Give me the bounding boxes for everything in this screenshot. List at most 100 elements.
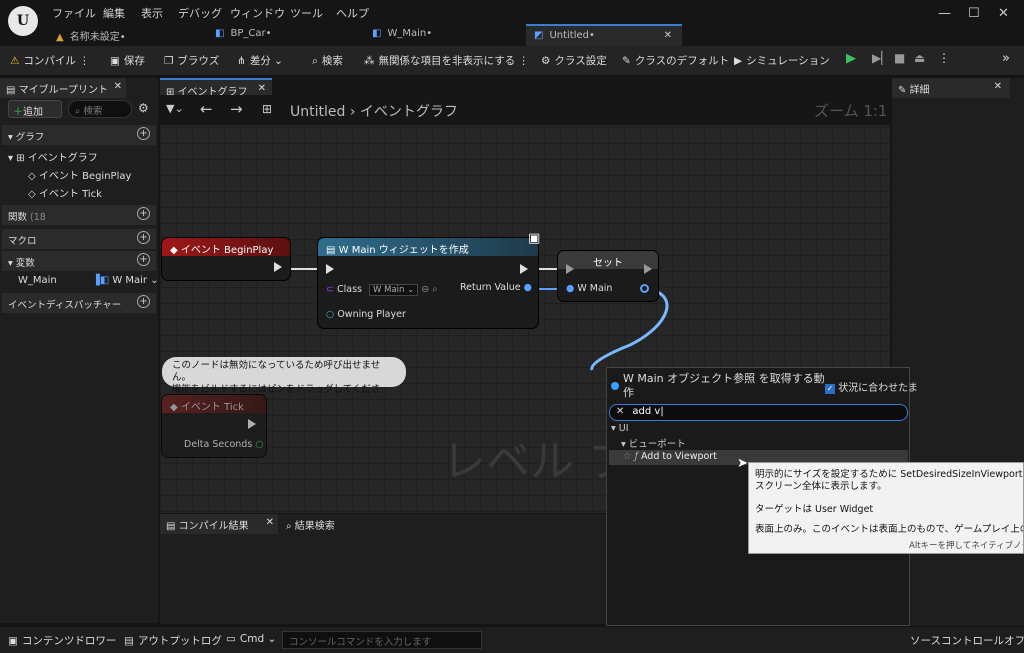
menu-file[interactable]: ファイル	[52, 5, 96, 21]
list-icon: ▤	[166, 521, 179, 532]
category-ui[interactable]: ▾ UI	[611, 423, 629, 434]
compile-results-tab[interactable]: ▤ コンパイル結果 ✕	[160, 514, 278, 534]
pin-return-value[interactable]: Return Value ●	[460, 282, 532, 293]
exec-out-pin[interactable]	[520, 264, 528, 274]
menu-view[interactable]: 表示	[141, 5, 163, 21]
source-control-status[interactable]: ソースコントロールオフ	[910, 633, 1024, 648]
close-compile-tab-icon[interactable]: ✕	[266, 517, 274, 528]
class-defaults-button[interactable]: ✎ クラスのデフォルト	[622, 53, 729, 68]
add-macro-icon[interactable]: +	[137, 231, 150, 244]
close-tab-icon[interactable]: ✕	[664, 30, 672, 41]
exec-in-pin[interactable]	[566, 264, 574, 274]
exec-out-pin[interactable]	[248, 419, 256, 429]
action-search-input[interactable]: ✕ add v|	[609, 404, 908, 421]
breadcrumb-root[interactable]: Untitled	[290, 104, 345, 120]
output-log-button[interactable]: ▤ アウトプットログ	[124, 633, 222, 648]
section-variables[interactable]: ▾ 変数 +	[2, 251, 156, 271]
menu-help[interactable]: ヘルプ	[336, 5, 369, 21]
add-dispatcher-icon[interactable]: +	[137, 295, 150, 308]
class-dropdown[interactable]: W Main ⌄	[369, 284, 419, 296]
find-results-tab[interactable]: ⌕ 結果検索	[280, 514, 380, 534]
find-asset-icon[interactable]: ⌕	[432, 284, 437, 295]
checkbox-checked-icon[interactable]: ✓	[825, 384, 835, 394]
node-begin-play[interactable]: ◆ イベント BeginPlay	[162, 238, 290, 280]
pin-w-main-out[interactable]	[640, 284, 649, 293]
add-graph-icon[interactable]: +	[137, 127, 150, 140]
maximize-icon[interactable]: ☐	[968, 6, 980, 21]
node-create-widget[interactable]: ▤ W Main ウィジェットを作成 ⊂ Class W Main ⌄ ⊖ ⌕ …	[318, 238, 538, 328]
menu-debug[interactable]: デバッグ	[178, 5, 222, 21]
event-icon: ◇	[28, 189, 36, 200]
browse-asset-icon[interactable]: ⊖	[421, 284, 429, 295]
add-button[interactable]: ＋追加	[8, 100, 62, 118]
tree-item-begin-play[interactable]: ◇ イベント BeginPlay	[28, 167, 131, 182]
close-details-icon[interactable]: ✕	[994, 81, 1002, 92]
forward-arrow-icon[interactable]: →	[230, 100, 243, 118]
add-function-icon[interactable]: +	[137, 207, 150, 220]
details-tab[interactable]: ✎ 詳細 ✕	[892, 78, 1010, 98]
step-icon[interactable]: ▶▏	[872, 51, 890, 65]
search-button[interactable]: ⌕ 検索	[312, 53, 343, 68]
menu-tools[interactable]: ツール	[290, 5, 323, 21]
settings-gear-icon[interactable]: ⚙	[138, 101, 149, 115]
pin-delta-seconds[interactable]: Delta Seconds ○	[184, 439, 264, 450]
bookmark-icon[interactable]: ▼⌄	[166, 102, 184, 115]
class-settings-button[interactable]: ⚙ クラス設定	[541, 53, 607, 68]
compile-button[interactable]: ⚠ コンパイル ⋮	[10, 53, 90, 68]
pin-class[interactable]: ⊂ Class W Main ⌄ ⊖ ⌕	[326, 284, 438, 296]
pin-owning-player[interactable]: ○ Owning Player	[326, 309, 406, 320]
diff-button[interactable]: ⋔ 差分 ⌄	[237, 53, 283, 68]
tab-untitled[interactable]: ◩ Untitled• ✕	[526, 24, 682, 46]
eject-icon[interactable]: ⏏	[914, 51, 925, 65]
tab-project[interactable]: ▲ 名称未設定•	[56, 24, 206, 46]
close-panel-icon[interactable]: ✕	[114, 81, 122, 92]
clear-search-icon[interactable]: ✕	[616, 406, 624, 417]
save-button[interactable]: ▣ 保存	[110, 53, 145, 68]
menu-edit[interactable]: 編集	[103, 5, 125, 21]
exec-out-pin[interactable]	[274, 262, 282, 272]
section-graphs[interactable]: ▾ グラフ +	[2, 125, 156, 145]
console-command-input[interactable]: コンソールコマンドを入力します	[282, 631, 482, 649]
close-graph-tab-icon[interactable]: ✕	[258, 83, 266, 94]
section-macros[interactable]: マクロ +	[2, 229, 156, 249]
tree-item-tick[interactable]: ◇ イベント Tick	[28, 185, 102, 200]
context-sensitive-toggle[interactable]: ✓ 状況に合わせたま	[825, 379, 918, 394]
content-drawer-button[interactable]: ▣ コンテンツドロワー	[8, 633, 116, 648]
menu-window[interactable]: ウィンドウ	[230, 5, 285, 21]
add-variable-icon[interactable]: +	[137, 253, 150, 266]
expand-toolbar-icon[interactable]: »	[1002, 51, 1010, 66]
my-blueprint-tab[interactable]: ▤ マイブループリント ✕	[0, 78, 126, 98]
tooltip-description: 明示的にサイズを設定するために SetDesiredSizeInViewport…	[755, 469, 1023, 493]
status-bar: ▣ コンテンツドロワー ▤ アウトプットログ ▭ Cmd ⌄ コンソールコマンドを入力…	[0, 626, 1024, 653]
node-set[interactable]: セット ● W Main	[558, 251, 658, 301]
pin-w-main-in[interactable]: ● W Main	[566, 283, 612, 294]
unreal-logo-icon[interactable]: U	[8, 6, 38, 36]
more-options-icon[interactable]: ⋮	[938, 51, 950, 65]
variable-type[interactable]: ▐◧ W Mair ⌄	[92, 275, 159, 286]
event-node-icon: ◆	[170, 245, 181, 256]
tab-w-main[interactable]: ◧ W_Main•	[372, 24, 522, 46]
stop-icon[interactable]: ■	[894, 51, 905, 65]
tab-bp-car[interactable]: ◧ BP_Car•	[215, 24, 365, 46]
variable-w-main[interactable]: W_Main	[18, 275, 57, 286]
back-arrow-icon[interactable]: ←	[200, 100, 213, 118]
tooltip-cosmetic: 表面上のみ。このイベントは表面上のもので、ゲームプレイ上のアクショ	[755, 524, 1023, 535]
exec-in-pin[interactable]	[326, 264, 334, 274]
category-viewport-label: ビューポート	[628, 439, 686, 450]
play-icon[interactable]: ▶	[846, 51, 856, 66]
minimize-icon[interactable]: —	[938, 6, 951, 21]
search-input[interactable]: ⌕ 検索	[68, 100, 132, 118]
hide-unrelated-button[interactable]: ⁂ 無関係な項目を非表示にする ⋮	[364, 53, 529, 68]
object-pin-icon: ●	[566, 283, 575, 294]
section-dispatchers[interactable]: イベントディスパッチャー +	[2, 293, 156, 313]
favorite-star-icon[interactable]: ☆	[623, 451, 632, 462]
section-functions[interactable]: 関数 (18 +	[2, 205, 156, 225]
exec-out-pin[interactable]	[644, 264, 652, 274]
browse-button[interactable]: ❐ ブラウズ	[164, 53, 219, 68]
tree-item-event-graph[interactable]: ▾ ⊞ イベントグラフ	[8, 149, 98, 164]
simulation-button[interactable]: ▶ シミュレーション	[734, 53, 830, 68]
category-viewport[interactable]: ▾ ビューポート	[621, 436, 686, 450]
close-window-icon[interactable]: ✕	[998, 6, 1009, 21]
node-tick[interactable]: ◆ イベント Tick Delta Seconds ○	[162, 395, 266, 457]
cmd-selector[interactable]: ▭ Cmd ⌄	[226, 633, 276, 645]
